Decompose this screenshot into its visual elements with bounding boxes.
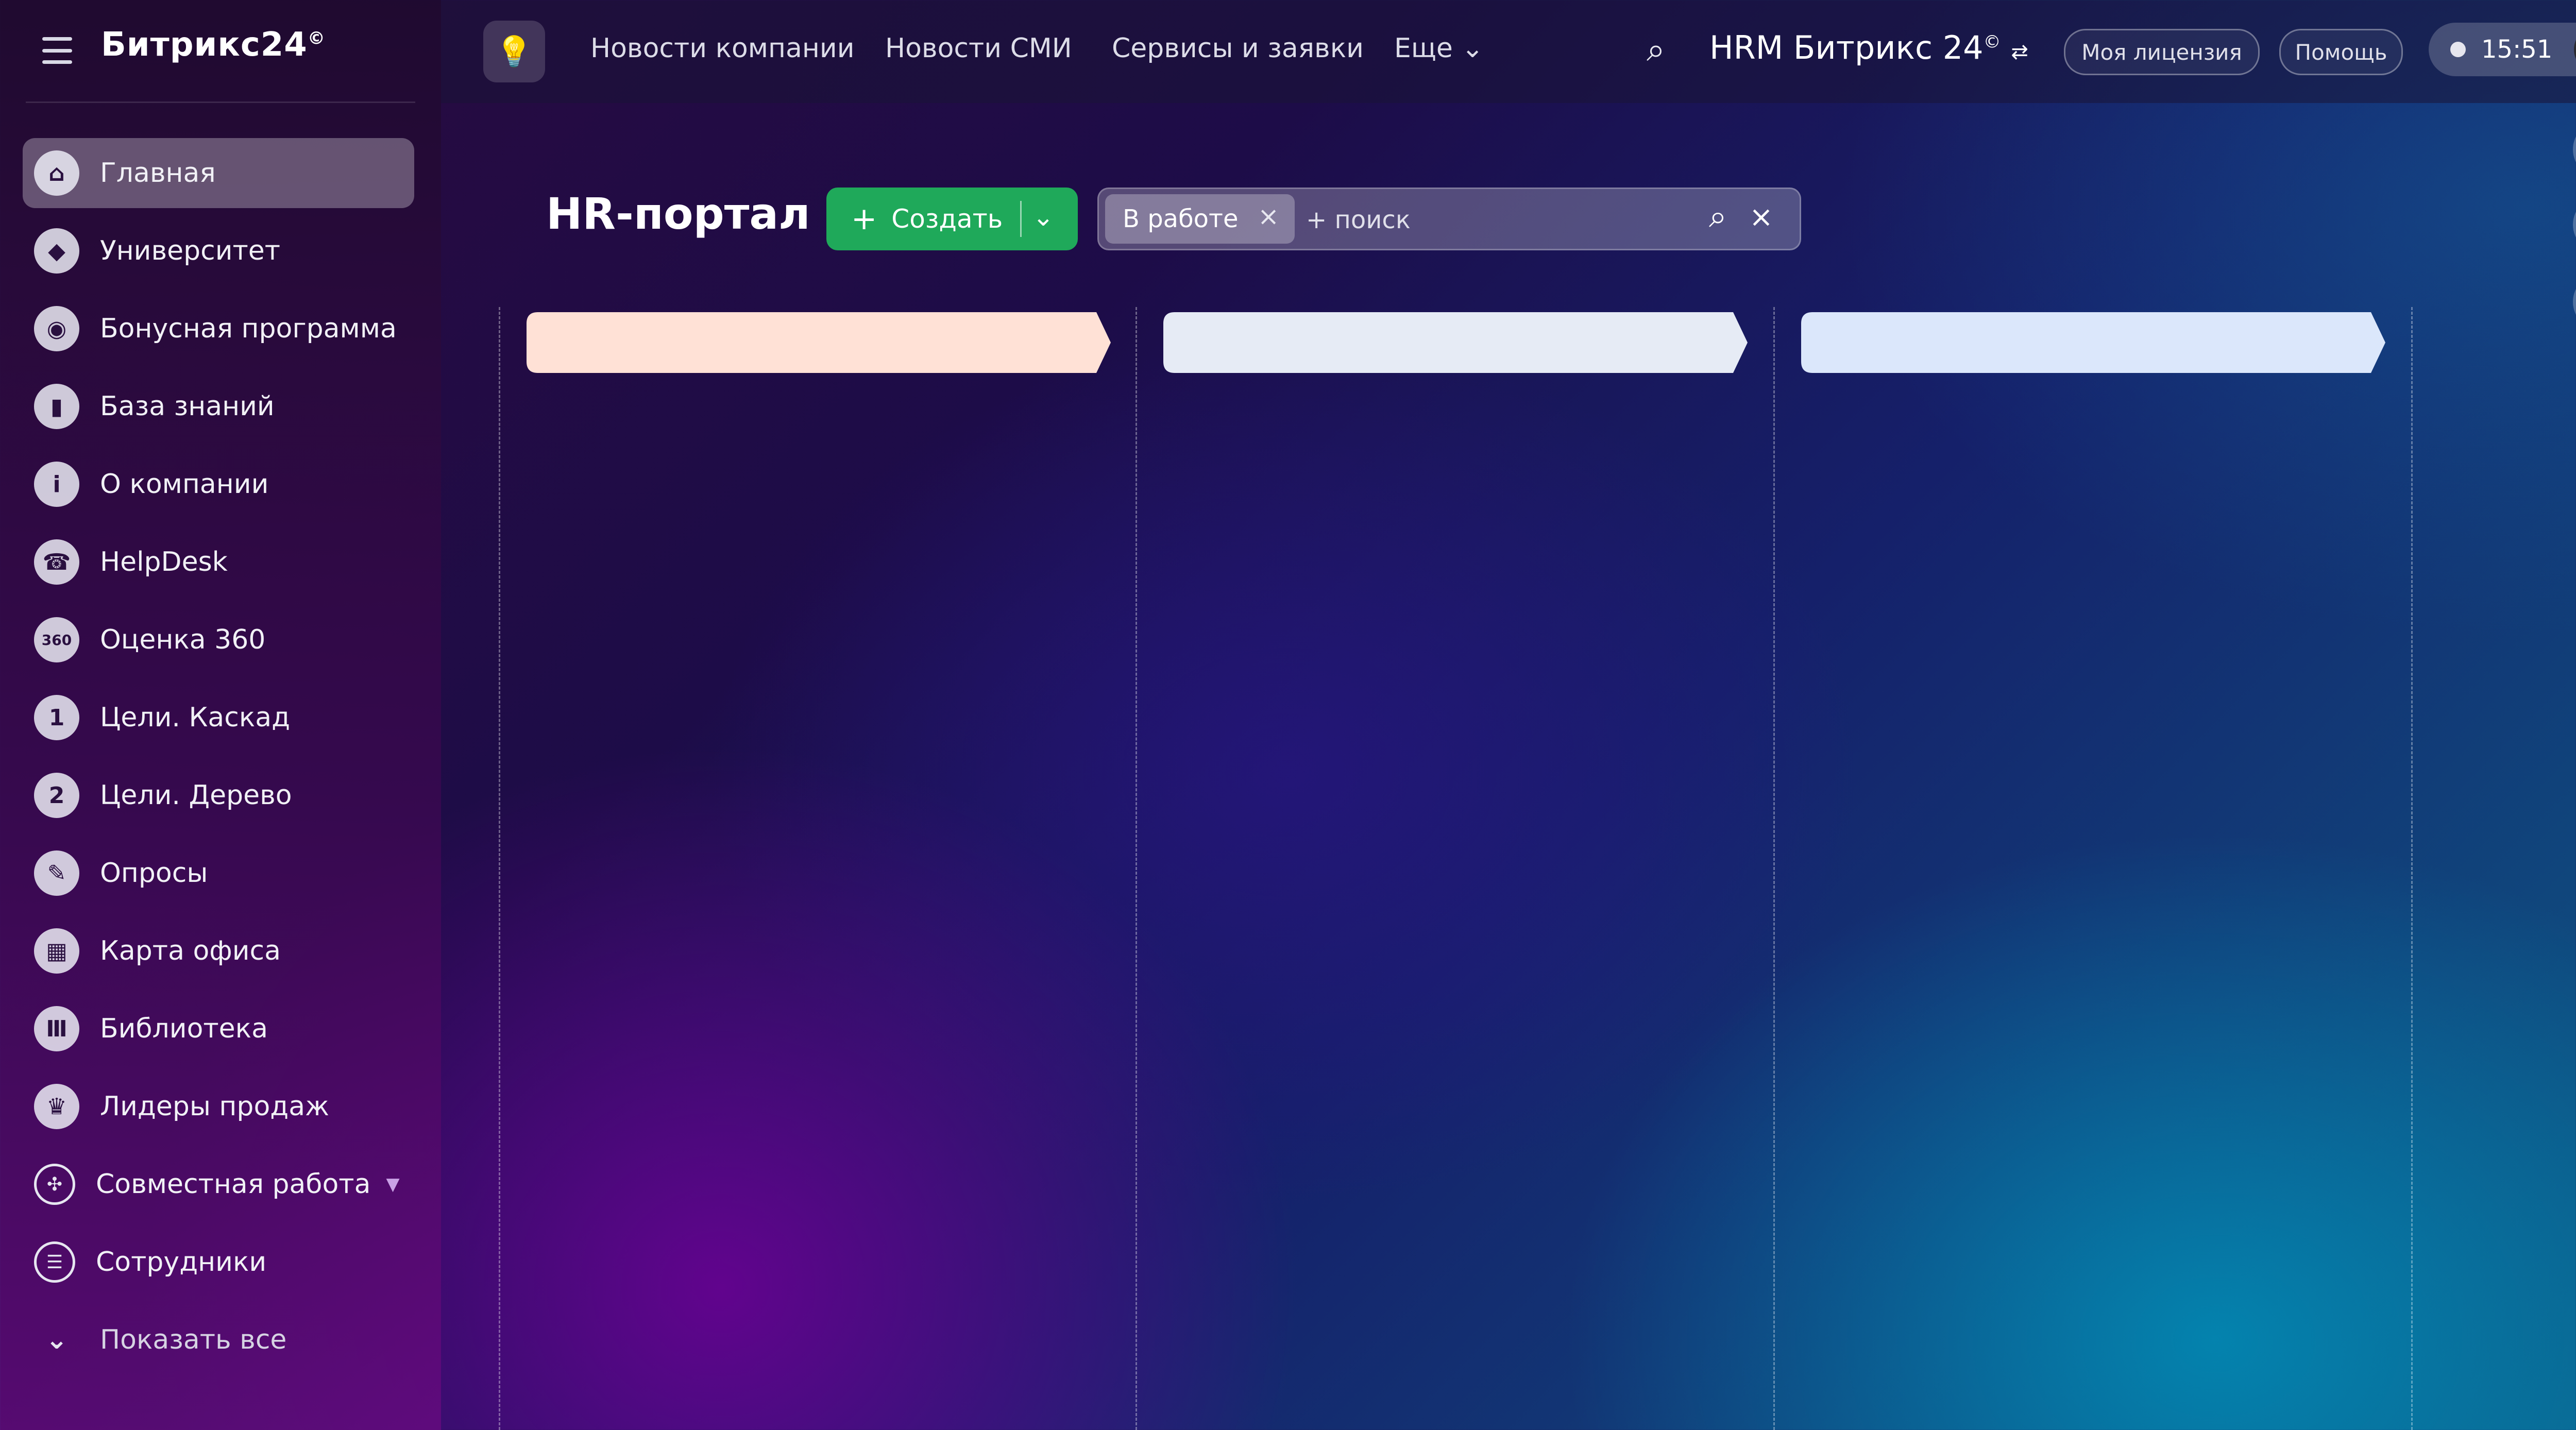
- sidebar-item-6[interactable]: 360 Оценка 360: [23, 605, 414, 675]
- book-icon: ▮: [34, 384, 79, 429]
- sidebar-item-label: Оценка 360: [100, 624, 266, 655]
- chevron-down-icon[interactable]: ▼: [386, 1174, 399, 1195]
- sidebar-item-14[interactable]: ☰ Сотрудники: [23, 1227, 414, 1297]
- sidebar-item-label: Лидеры продаж: [100, 1091, 329, 1122]
- stage-header-1[interactable]: [527, 312, 1111, 373]
- menu-icon[interactable]: [42, 37, 72, 64]
- sidebar-item-label: Университет: [100, 235, 281, 266]
- stage-header-2[interactable]: [1163, 312, 1748, 373]
- employees-icon: ☰: [34, 1241, 75, 1283]
- clear-icon[interactable]: ×: [1749, 200, 1773, 234]
- help-button[interactable]: Помощь: [2279, 29, 2403, 75]
- sidebar-item-15[interactable]: ⌄ Показать все: [23, 1305, 414, 1375]
- column-divider: [1136, 307, 1137, 1430]
- sidebar-item-label: О компании: [100, 469, 269, 500]
- sidebar-item-label: База знаний: [100, 391, 275, 422]
- gamepad-icon: ◉: [34, 306, 79, 351]
- sidebar-item-2[interactable]: ◉ Бонусная программа: [23, 294, 414, 364]
- sidebar-item-4[interactable]: i О компании: [23, 449, 414, 519]
- graduation-cap-icon: ◆: [34, 228, 79, 274]
- sidebar-item-label: Бонусная программа: [100, 313, 397, 344]
- brand-title[interactable]: HRM Битрикс 24© ⇄: [1709, 29, 2028, 66]
- sidebar-item-9[interactable]: ✎ Опросы: [23, 838, 414, 908]
- page-title: HR-портал: [546, 189, 810, 239]
- target-2-icon: 2: [34, 773, 79, 818]
- sidebar-divider: [26, 101, 415, 103]
- sidebar-item-label: Цели. Дерево: [100, 780, 292, 811]
- clock-time: 15:51: [2481, 35, 2553, 64]
- lightbulb-icon[interactable]: 💡: [483, 21, 545, 82]
- sidebar-item-label: Библиотека: [100, 1013, 268, 1044]
- sidebar-item-label: Совместная работа: [96, 1169, 371, 1200]
- nav-more[interactable]: Еще ⌄: [1394, 33, 1484, 64]
- create-divider: [1020, 201, 1022, 237]
- status-dot: [2450, 42, 2466, 57]
- search-input[interactable]: [1305, 201, 1730, 239]
- library-icon: Ⅲ: [34, 1006, 79, 1051]
- sidebar-item-label: Сотрудники: [96, 1247, 267, 1278]
- sidebar-item-label: Опросы: [100, 858, 208, 889]
- search-icon[interactable]: ⌕: [1709, 197, 1727, 235]
- column-divider: [2411, 307, 2413, 1430]
- nav-media-news[interactable]: Новости СМИ: [885, 33, 1072, 64]
- sidebar-item-1[interactable]: ◆ Университет: [23, 216, 414, 286]
- chevron-down-icon: ⌄: [45, 1324, 68, 1355]
- sidebar-item-label: Показать все: [100, 1324, 287, 1355]
- sidebar-item-label: Карта офиса: [100, 935, 281, 966]
- filter-tag-label: В работе: [1123, 205, 1239, 233]
- collaboration-icon: ✣: [34, 1164, 75, 1205]
- create-label: Создать: [891, 204, 1003, 234]
- sidebar-item-0[interactable]: ⌂ Главная: [23, 138, 414, 208]
- create-button[interactable]: + Создать ⌄: [826, 188, 1078, 250]
- column-divider: [1773, 307, 1775, 1430]
- close-icon[interactable]: ×: [1258, 201, 1279, 231]
- sidebar-item-13[interactable]: ✣ Совместная работа ▼: [23, 1149, 414, 1219]
- sidebar-header: Битрикс24©: [0, 0, 441, 103]
- 360-icon: 360: [34, 617, 79, 662]
- sidebar-item-11[interactable]: Ⅲ Библиотека: [23, 994, 414, 1064]
- stage-header-3[interactable]: [1801, 312, 2385, 373]
- sidebar-item-5[interactable]: ☎ HelpDesk: [23, 527, 414, 597]
- license-button[interactable]: Моя лицензия: [2064, 29, 2260, 75]
- time-widget[interactable]: 15:51: [2429, 23, 2576, 76]
- info-icon: i: [34, 462, 79, 507]
- sidebar-menu: ⌂ Главная ◆ Университет ◉ Бонусная программа ▮…: [23, 138, 414, 1383]
- plus-icon: +: [851, 201, 877, 237]
- nav-services[interactable]: Сервисы и заявки: [1112, 33, 1364, 64]
- logo[interactable]: Битрикс24©: [101, 26, 326, 64]
- chat-search-icon[interactable]: ⌕: [2573, 273, 2576, 331]
- column-divider: [499, 307, 500, 1430]
- switch-icon[interactable]: ⇄: [2011, 40, 2028, 64]
- search-icon[interactable]: ⌕: [1647, 31, 1665, 69]
- sidebar-item-7[interactable]: 1 Цели. Каскад: [23, 683, 414, 753]
- chat-icon: ✎: [34, 850, 79, 896]
- bell-icon[interactable]: 🔔: [2573, 121, 2576, 178]
- sidebar-item-label: HelpDesk: [100, 547, 228, 577]
- sidebar-item-8[interactable]: 2 Цели. Дерево: [23, 760, 414, 830]
- sidebar-item-label: Главная: [100, 158, 216, 189]
- target-1-icon: 1: [34, 695, 79, 740]
- sidebar-item-12[interactable]: ♛ Лидеры продаж: [23, 1071, 414, 1142]
- filter-bar[interactable]: В работе × ⌕ ×: [1097, 188, 1801, 250]
- chevron-down-icon[interactable]: ⌄: [1032, 202, 1054, 232]
- refresh-icon[interactable]: ↻: [2573, 196, 2576, 253]
- user-avatar[interactable]: [2574, 26, 2576, 73]
- filter-tag[interactable]: В работе ×: [1105, 194, 1295, 244]
- nav-company-news[interactable]: Новости компании: [590, 33, 854, 64]
- headset-icon: ☎: [34, 539, 79, 585]
- left-sidebar: Битрикс24© ⌂ Главная ◆ Университет ◉ Бонусная…: [0, 0, 441, 1430]
- sidebar-item-label: Цели. Каскад: [100, 702, 291, 733]
- sidebar-item-3[interactable]: ▮ База знаний: [23, 371, 414, 441]
- trophy-icon: ♛: [34, 1084, 79, 1129]
- map-icon: ▦: [34, 928, 79, 974]
- sidebar-item-10[interactable]: ▦ Карта офиса: [23, 916, 414, 986]
- home-icon: ⌂: [34, 150, 79, 196]
